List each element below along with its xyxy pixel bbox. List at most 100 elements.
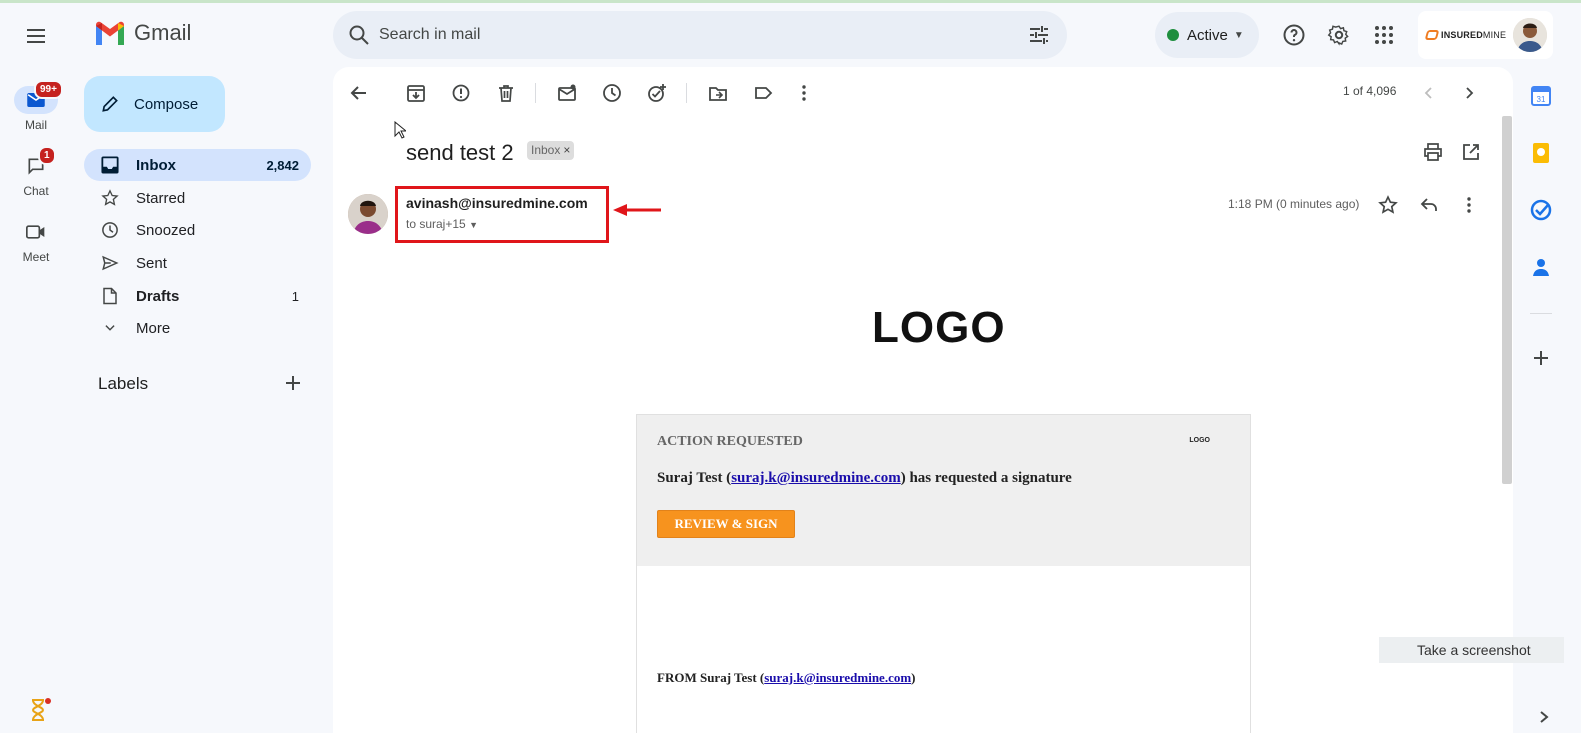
inbox-label-chip: Inbox × — [527, 141, 575, 160]
nav-drafts[interactable]: Drafts 1 — [84, 280, 311, 312]
help-icon[interactable] — [1282, 23, 1306, 47]
insuredmine-mark-icon — [1424, 30, 1440, 40]
nav-sent[interactable]: Sent — [84, 247, 311, 279]
labels-heading: Labels — [98, 374, 149, 393]
request-message: Suraj Test (suraj.k@insuredmine.com) has… — [657, 470, 1072, 486]
nav-drafts-label: Drafts — [136, 287, 180, 305]
signature-request-card: ACTION REQUESTED LOGO Suraj Test (suraj.… — [636, 414, 1251, 733]
action-requested-heading: ACTION REQUESTED — [657, 434, 803, 449]
print-icon[interactable] — [1423, 142, 1443, 162]
search-options-icon[interactable] — [1027, 23, 1051, 47]
mark-unread-icon[interactable] — [557, 83, 577, 103]
account-switcher[interactable]: INSURED MINE — [1418, 11, 1553, 59]
screenshot-tooltip: Take a screenshot — [1379, 637, 1564, 663]
chat-badge: 1 — [38, 146, 56, 165]
search-bar — [333, 11, 1067, 59]
hourglass-icon[interactable] — [27, 697, 51, 723]
account-avatar — [1513, 18, 1547, 52]
app-name: Gmail — [134, 20, 192, 45]
snooze-clock-icon[interactable] — [602, 83, 622, 103]
clock-icon — [100, 220, 120, 240]
delete-trash-icon[interactable] — [496, 83, 516, 103]
pagination-count: 1 of 4,096 — [1343, 84, 1397, 98]
nav-drafts-count: 1 — [291, 288, 299, 304]
draft-file-icon — [100, 286, 120, 306]
nav-more-label: More — [136, 319, 171, 337]
search-icon[interactable] — [347, 23, 371, 47]
status-dot — [1167, 29, 1179, 41]
email-subject: send test 2 — [406, 140, 514, 165]
more-options-icon[interactable] — [794, 83, 814, 103]
nav-starred[interactable]: Starred — [84, 182, 311, 214]
move-to-folder-icon[interactable] — [708, 83, 728, 103]
review-sign-button[interactable]: REVIEW & SIGN — [657, 510, 795, 538]
card-small-logo: LOGO — [1189, 437, 1210, 444]
email-view: 1 of 4,096 send test 2 Inbox × avinash@in… — [333, 67, 1513, 733]
compose-label: Compose — [134, 95, 199, 113]
rail-meet[interactable]: Meet — [0, 218, 72, 264]
prev-page-chevron-icon[interactable] — [1419, 83, 1439, 103]
annotation-arrow-icon — [613, 204, 661, 216]
apps-grid-icon[interactable] — [1372, 23, 1396, 47]
get-addons-plus-icon[interactable] — [1530, 347, 1552, 369]
nav-snoozed[interactable]: Snoozed — [84, 214, 311, 246]
star-icon[interactable] — [1378, 195, 1398, 215]
report-spam-icon[interactable] — [451, 83, 471, 103]
toolbar-divider — [686, 83, 687, 103]
settings-gear-icon[interactable] — [1327, 23, 1351, 47]
top-accent-line — [0, 0, 1581, 3]
contacts-icon[interactable] — [1530, 256, 1552, 278]
nav-inbox-label: Inbox — [136, 156, 176, 174]
requester-email-link[interactable]: suraj.k@insuredmine.com — [731, 470, 901, 486]
remove-label-icon[interactable]: × — [563, 143, 570, 157]
from-email-link[interactable]: suraj.k@insuredmine.com — [764, 670, 911, 685]
nav-inbox[interactable]: Inbox 2,842 — [84, 149, 311, 181]
status-label: Active — [1187, 26, 1228, 44]
message-more-options-icon[interactable] — [1459, 195, 1479, 215]
from-line: FROM Suraj Test (suraj.k@insuredmine.com… — [657, 670, 916, 685]
app-rail: 99+ Mail 1 Chat Meet — [0, 0, 72, 733]
add-label-plus-icon[interactable] — [283, 373, 303, 393]
scrollbar-thumb[interactable] — [1502, 116, 1512, 484]
rail-mail-label: Mail — [24, 118, 47, 132]
rail-chat[interactable]: 1 Chat — [0, 146, 72, 198]
rail-mail[interactable]: 99+ Mail — [0, 80, 72, 132]
chevron-down-icon — [100, 318, 120, 338]
search-input[interactable] — [379, 26, 1027, 44]
pencil-icon — [102, 96, 118, 112]
inbox-icon — [100, 155, 120, 175]
compose-button[interactable]: Compose — [84, 76, 225, 132]
archive-icon[interactable] — [406, 83, 426, 103]
chevron-down-icon: ▼ — [1233, 29, 1244, 41]
rail-meet-label: Meet — [22, 250, 50, 264]
svg-text:31: 31 — [1537, 95, 1546, 104]
gmail-m-icon — [96, 21, 124, 45]
rail-chat-label: Chat — [23, 184, 49, 198]
annotation-highlight-box — [395, 186, 609, 243]
keep-notes-icon[interactable] — [1530, 142, 1552, 164]
toolbar-divider — [535, 83, 536, 103]
tasks-icon[interactable] — [1530, 199, 1552, 221]
back-arrow-icon[interactable] — [349, 83, 369, 103]
main-menu-icon[interactable] — [24, 24, 48, 48]
email-logo: LOGO — [872, 303, 1006, 352]
next-page-chevron-icon[interactable] — [1459, 83, 1479, 103]
reply-arrow-icon[interactable] — [1419, 195, 1439, 215]
nav-sent-label: Sent — [136, 254, 167, 272]
calendar-icon[interactable]: 31 — [1530, 85, 1552, 107]
video-camera-icon — [26, 225, 45, 239]
open-new-window-icon[interactable] — [1461, 142, 1481, 162]
status-selector[interactable]: Active ▼ — [1155, 12, 1259, 58]
nav-inbox-count: 2,842 — [266, 157, 299, 173]
send-icon — [100, 253, 120, 273]
nav-more[interactable]: More — [84, 312, 311, 344]
nav-snoozed-label: Snoozed — [136, 221, 196, 239]
expand-side-panel-chevron-icon[interactable] — [1538, 710, 1550, 724]
sender-avatar — [348, 194, 388, 234]
add-to-tasks-icon[interactable] — [647, 83, 667, 103]
mail-badge: 99+ — [34, 80, 63, 99]
org-brand-logo: INSURED MINE — [1424, 30, 1506, 40]
email-timestamp: 1:18 PM (0 minutes ago) — [1228, 197, 1360, 211]
gmail-logo[interactable]: Gmail — [94, 20, 191, 46]
label-tag-icon[interactable] — [753, 83, 773, 103]
